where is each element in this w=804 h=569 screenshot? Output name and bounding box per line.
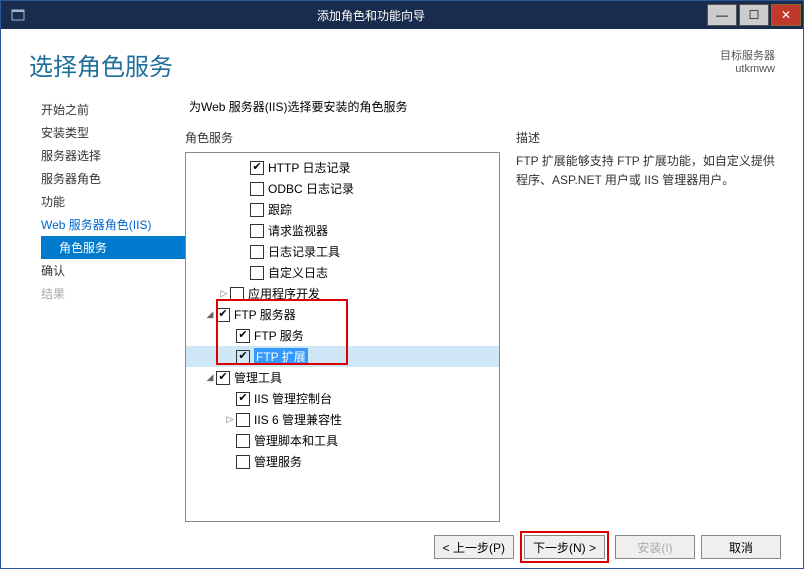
tree-row-2[interactable]: ▷跟踪 <box>186 199 499 220</box>
content-area: 选择角色服务 目标服务器 utkmww 开始之前安装类型服务器选择服务器角色功能… <box>1 29 803 568</box>
tree-row-12[interactable]: ▷ IIS 6 管理兼容性 <box>186 409 499 430</box>
target-server-value: utkmww <box>720 63 775 75</box>
instruction-text: 为Web 服务器(IIS)选择要安装的角色服务 <box>185 94 783 129</box>
next-button[interactable]: 下一步(N) > <box>524 535 605 559</box>
tree-label: FTP 服务器 <box>234 306 296 323</box>
checkbox[interactable] <box>236 455 250 469</box>
tree-row-9[interactable]: ▷FTP 扩展 <box>186 346 499 367</box>
tree-row-3[interactable]: ▷请求监视器 <box>186 220 499 241</box>
tree-row-1[interactable]: ▷ODBC 日志记录 <box>186 178 499 199</box>
header: 选择角色服务 目标服务器 utkmww <box>1 29 803 90</box>
window-title: 添加角色和功能向导 <box>35 7 707 24</box>
checkbox[interactable] <box>236 413 250 427</box>
tree-label: 管理脚本和工具 <box>254 432 338 449</box>
tree-row-8[interactable]: ▷FTP 服务 <box>186 325 499 346</box>
tree-label: ODBC 日志记录 <box>268 180 354 197</box>
checkbox[interactable] <box>250 224 264 238</box>
description-label: 描述 <box>516 129 783 146</box>
close-button[interactable]: ✕ <box>771 4 801 26</box>
maximize-button[interactable]: ☐ <box>739 4 769 26</box>
tree-label: 请求监视器 <box>268 222 328 239</box>
tree-row-4[interactable]: ▷日志记录工具 <box>186 241 499 262</box>
checkbox[interactable] <box>236 392 250 406</box>
tree-row-6[interactable]: ▷ 应用程序开发 <box>186 283 499 304</box>
checkbox[interactable] <box>216 308 230 322</box>
checkbox[interactable] <box>250 245 264 259</box>
sidebar-item-7[interactable]: 确认 <box>41 259 185 282</box>
expand-icon[interactable]: ◢ <box>204 309 216 320</box>
sidebar-item-0[interactable]: 开始之前 <box>41 98 185 121</box>
tree-label: 应用程序开发 <box>248 285 320 302</box>
tree-label: FTP 扩展 <box>254 348 308 365</box>
tree-label: FTP 服务 <box>254 327 304 344</box>
tree-label: 日志记录工具 <box>268 243 340 260</box>
checkbox[interactable] <box>250 266 264 280</box>
expand-icon[interactable]: ◢ <box>204 372 216 383</box>
sidebar-item-6[interactable]: 角色服务 <box>41 236 185 259</box>
columns: 角色服务 ▷HTTP 日志记录▷ODBC 日志记录▷跟踪▷请求监视器▷日志记录工… <box>185 129 783 522</box>
expand-icon[interactable]: ▷ <box>218 288 230 299</box>
sidebar-item-2[interactable]: 服务器选择 <box>41 144 185 167</box>
role-services-column: 角色服务 ▷HTTP 日志记录▷ODBC 日志记录▷跟踪▷请求监视器▷日志记录工… <box>185 129 500 522</box>
minimize-button[interactable]: — <box>707 4 737 26</box>
description-text: FTP 扩展能够支持 FTP 扩展功能，如自定义提供程序、ASP.NET 用户或… <box>516 152 783 190</box>
page-title: 选择角色服务 <box>29 47 173 82</box>
sidebar-item-4[interactable]: 功能 <box>41 190 185 213</box>
tree-label: 管理服务 <box>254 453 302 470</box>
tree-row-5[interactable]: ▷自定义日志 <box>186 262 499 283</box>
tree-column-label: 角色服务 <box>185 129 500 146</box>
checkbox[interactable] <box>250 203 264 217</box>
expand-icon[interactable]: ▷ <box>224 414 236 425</box>
main-panel: 为Web 服务器(IIS)选择要安装的角色服务 角色服务 ▷HTTP 日志记录▷… <box>185 94 783 522</box>
tree-row-0[interactable]: ▷HTTP 日志记录 <box>186 157 499 178</box>
titlebar: 添加角色和功能向导 — ☐ ✕ <box>1 1 803 29</box>
sidebar: 开始之前安装类型服务器选择服务器角色功能Web 服务器角色(IIS)角色服务确认… <box>17 94 185 522</box>
checkbox[interactable] <box>236 329 250 343</box>
body: 开始之前安装类型服务器选择服务器角色功能Web 服务器角色(IIS)角色服务确认… <box>1 90 803 526</box>
sidebar-item-1[interactable]: 安装类型 <box>41 121 185 144</box>
window-controls: — ☐ ✕ <box>707 4 803 26</box>
description-column: 描述 FTP 扩展能够支持 FTP 扩展功能，如自定义提供程序、ASP.NET … <box>516 129 783 522</box>
tree-row-13[interactable]: ▷管理脚本和工具 <box>186 430 499 451</box>
tree-row-10[interactable]: ◢ 管理工具 <box>186 367 499 388</box>
tree-row-11[interactable]: ▷IIS 管理控制台 <box>186 388 499 409</box>
checkbox[interactable] <box>250 161 264 175</box>
tree-label: HTTP 日志记录 <box>268 159 350 176</box>
checkbox[interactable] <box>236 350 250 364</box>
target-server-label: 目标服务器 <box>720 47 775 63</box>
cancel-button[interactable]: 取消 <box>701 535 781 559</box>
sidebar-item-8: 结果 <box>41 282 185 305</box>
target-server-box: 目标服务器 utkmww <box>720 47 775 75</box>
wizard-window: 添加角色和功能向导 — ☐ ✕ 选择角色服务 目标服务器 utkmww 开始之前… <box>0 0 804 569</box>
tree-label: 跟踪 <box>268 201 292 218</box>
install-button: 安装(I) <box>615 535 695 559</box>
app-icon <box>7 4 29 26</box>
checkbox[interactable] <box>250 182 264 196</box>
tree-label: 管理工具 <box>234 369 282 386</box>
sidebar-item-3[interactable]: 服务器角色 <box>41 167 185 190</box>
footer: < 上一步(P) 下一步(N) > 安装(I) 取消 <box>1 526 803 568</box>
tree-label: 自定义日志 <box>268 264 328 281</box>
tree-label: IIS 6 管理兼容性 <box>254 411 342 428</box>
checkbox[interactable] <box>230 287 244 301</box>
tree-label: IIS 管理控制台 <box>254 390 332 407</box>
tree-row-14[interactable]: ▷管理服务 <box>186 451 499 472</box>
callout-next-button: 下一步(N) > <box>520 531 609 563</box>
checkbox[interactable] <box>216 371 230 385</box>
role-services-tree[interactable]: ▷HTTP 日志记录▷ODBC 日志记录▷跟踪▷请求监视器▷日志记录工具▷自定义… <box>185 152 500 522</box>
sidebar-item-5[interactable]: Web 服务器角色(IIS) <box>41 213 185 236</box>
tree-row-7[interactable]: ◢ FTP 服务器 <box>186 304 499 325</box>
prev-button[interactable]: < 上一步(P) <box>434 535 514 559</box>
checkbox[interactable] <box>236 434 250 448</box>
